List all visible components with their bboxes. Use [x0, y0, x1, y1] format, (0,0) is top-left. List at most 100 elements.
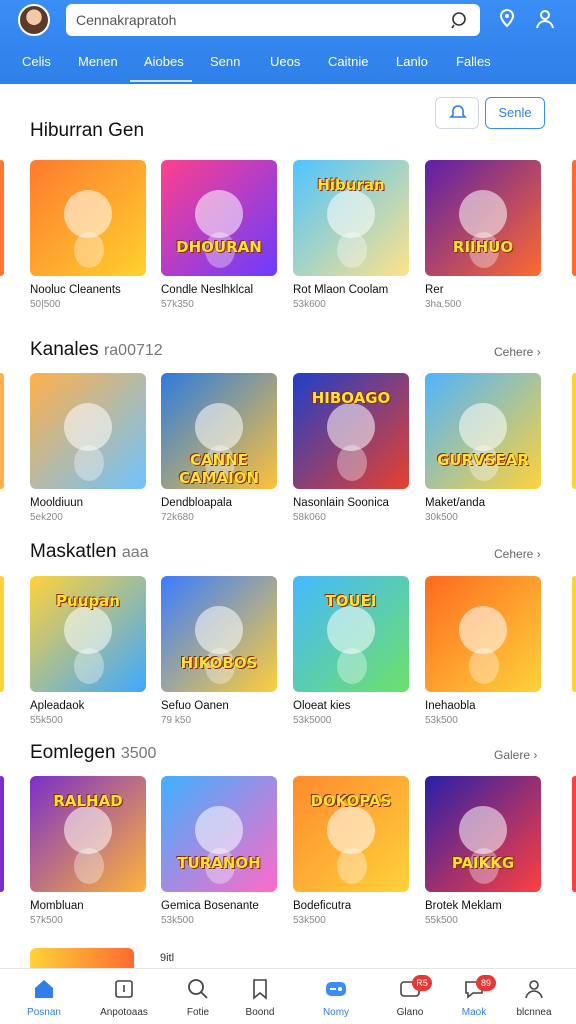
section-title-text: Hiburran Gen: [30, 120, 145, 141]
game-thumbnail[interactable]: TURANOH: [161, 776, 277, 892]
game-thumbnail[interactable]: TOUEI: [293, 576, 409, 692]
character-art: [327, 606, 375, 654]
game-thumbnail[interactable]: [30, 373, 146, 489]
tab-aiobes[interactable]: Aiobes: [144, 54, 184, 69]
character-art: [459, 806, 507, 854]
profile-settings-icon[interactable]: [532, 6, 558, 32]
game-thumbnail[interactable]: GURVSEAR: [425, 373, 541, 489]
game-logo-text: TOUEI: [325, 592, 377, 610]
game-meta: 50|500: [30, 299, 61, 310]
tab-celis[interactable]: Celis: [22, 54, 51, 69]
character-body-art: [74, 648, 104, 684]
carousel-edge-right: [572, 160, 576, 276]
nav-games[interactable]: Nomy: [304, 975, 368, 1023]
game-thumbnail[interactable]: Hiburan: [293, 160, 409, 276]
game-thumbnail[interactable]: [425, 576, 541, 692]
carousel-edge-left: [0, 160, 4, 276]
game-meta: 72k680: [161, 512, 194, 523]
game-thumbnail[interactable]: HIBOAGO: [293, 373, 409, 489]
game-title: Brotek Meklam: [425, 900, 502, 912]
nav-bookmarks[interactable]: Boond: [228, 975, 292, 1023]
nav-label: Nomy: [322, 1007, 350, 1018]
game-title: Gemica Bosenante: [161, 900, 259, 912]
game-logo-text: PAIKKG: [451, 854, 515, 872]
game-thumbnail[interactable]: CANNE CAMAION: [161, 373, 277, 489]
primary-action-button[interactable]: Senle: [485, 97, 545, 129]
avatar[interactable]: [18, 4, 50, 36]
tab-ueos[interactable]: Ueos: [270, 54, 300, 69]
character-body-art: [469, 648, 499, 684]
character-art: [459, 606, 507, 654]
section-title: Kanales ra00712: [30, 339, 163, 361]
character-art: [327, 806, 375, 854]
nav-apps[interactable]: Anpotoaas: [92, 975, 156, 1023]
nav-messages[interactable]: R5 Glano: [378, 975, 442, 1023]
tab-lanlo[interactable]: Lanlo: [396, 54, 428, 69]
character-body-art: [337, 232, 367, 268]
carousel-edge-right: [572, 776, 576, 892]
nav-label: blcnnea: [516, 1007, 552, 1018]
search-bar[interactable]: [66, 4, 480, 36]
character-body-art: [74, 848, 104, 884]
nav-label: Anpotoaas: [100, 1007, 148, 1018]
see-all-link[interactable]: Galere ›: [494, 748, 537, 762]
nav-label: Posnan: [27, 1007, 61, 1018]
nav-notifications[interactable]: 89 Maok: [442, 975, 506, 1023]
game-meta: 79 k50: [161, 715, 192, 726]
nav-search[interactable]: Fotie: [166, 975, 230, 1023]
character-art: [195, 606, 243, 654]
character-art: [327, 190, 375, 238]
carousel-edge-right: [572, 576, 576, 692]
game-thumbnail[interactable]: DOKOPAS: [293, 776, 409, 892]
see-all-label: Cehere: [494, 547, 534, 561]
carousel-edge-right: [572, 373, 576, 489]
game-thumbnail[interactable]: PAIKKG: [425, 776, 541, 892]
game-title: Oloeat kies: [293, 700, 351, 712]
character-art: [195, 403, 243, 451]
game-title: Apleadaok: [30, 700, 85, 712]
search-icon[interactable]: [450, 10, 470, 30]
carousel-edge-left: [0, 576, 4, 692]
game-title: Nasonlain Soonica: [293, 497, 389, 509]
bell-icon: [449, 105, 467, 118]
section-title-text: Maskatlen: [30, 541, 117, 562]
game-logo-text: RIIHUO: [452, 238, 514, 256]
see-all-label: Cehere: [494, 345, 534, 359]
game-logo-text: HIKOBOS: [180, 654, 258, 672]
tab-menen[interactable]: Menen: [78, 54, 118, 69]
game-thumbnail[interactable]: DHOURAN: [161, 160, 277, 276]
game-logo-text: GURVSEAR: [437, 451, 529, 469]
location-pin-icon[interactable]: [494, 6, 520, 32]
peek-card-thumbnail[interactable]: [30, 948, 134, 968]
tab-senn[interactable]: Senn: [210, 54, 240, 69]
search-input[interactable]: [76, 4, 436, 36]
see-all-link[interactable]: Cehere ›: [494, 547, 541, 561]
game-title: Nooluc Cleanents: [30, 284, 121, 296]
game-meta: 53k500: [293, 915, 326, 926]
game-logo-text: TURANOH: [177, 854, 261, 872]
tab-caitnie[interactable]: Caitnie: [328, 54, 368, 69]
game-meta: 53k5000: [293, 715, 332, 726]
character-art: [64, 403, 112, 451]
game-thumbnail[interactable]: RIIHUO: [425, 160, 541, 276]
chevron-right-icon: ›: [533, 345, 541, 359]
tab-falles[interactable]: Falles: [456, 54, 491, 69]
character-body-art: [337, 648, 367, 684]
game-thumbnail[interactable]: RALHAD: [30, 776, 146, 892]
game-thumbnail[interactable]: [30, 160, 146, 276]
share-button[interactable]: [435, 97, 479, 129]
character-body-art: [337, 445, 367, 481]
game-thumbnail[interactable]: Puupan: [30, 576, 146, 692]
game-title: Rot Mlaon Coolam: [293, 284, 389, 296]
see-all-link[interactable]: Cehere ›: [494, 345, 541, 359]
game-logo-text: Hiburan: [317, 176, 385, 194]
nav-label: Boond: [245, 1007, 275, 1018]
nav-profile[interactable]: blcnnea: [502, 975, 566, 1023]
game-title: Rer: [425, 284, 444, 296]
nav-home[interactable]: Posnan: [12, 975, 76, 1023]
game-logo-text: HIBOAGO: [311, 389, 391, 407]
user-icon: [525, 980, 543, 999]
game-title: Maket/anda: [425, 497, 486, 509]
game-thumbnail[interactable]: HIKOBOS: [161, 576, 277, 692]
home-icon: [35, 980, 53, 998]
